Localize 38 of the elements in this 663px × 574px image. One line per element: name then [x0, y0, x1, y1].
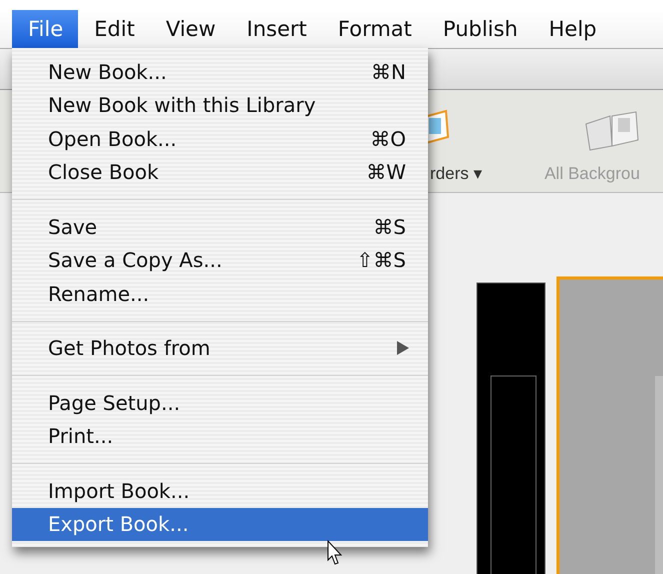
menu-item-label: Save	[48, 214, 98, 239]
shortcut-label: ⌘O	[370, 126, 406, 151]
menu-bar-item[interactable]: Format	[322, 10, 427, 48]
cursor-icon	[327, 540, 343, 566]
menu-item-label: Open Book...	[48, 126, 177, 151]
menu-bar-item[interactable]: File	[12, 10, 78, 48]
shortcut-label: ⌘S	[373, 214, 406, 239]
menu-bar-item[interactable]: Insert	[230, 10, 322, 48]
menu-item[interactable]: Save ⌘S	[12, 210, 428, 244]
shortcut-label: ⇧⌘S	[356, 248, 406, 272]
menu-item[interactable]: Save a Copy As... ⇧⌘S	[12, 244, 428, 277]
menu-item[interactable]: Export Book...	[12, 508, 428, 541]
menu-bar-item[interactable]: Help	[532, 10, 612, 48]
menu-item-label: Export Book...	[48, 512, 189, 536]
menu-item-label: Import Book...	[48, 478, 190, 503]
menu-item[interactable]: Page Setup...	[12, 386, 428, 420]
menu-bar-item[interactable]: View	[150, 10, 231, 48]
menu-item[interactable]: Get Photos from	[12, 332, 428, 365]
menu-item[interactable]: Import Book...	[12, 474, 428, 508]
menu-item-label: New Book...	[48, 60, 167, 84]
menu-bar-item[interactable]: Publish	[426, 10, 533, 48]
menu-item-label: Close Book	[48, 160, 159, 184]
toolbar-button-label[interactable]: rders ▾	[430, 163, 482, 184]
menu-item[interactable]: Rename...	[12, 277, 428, 310]
menu-item-label: Get Photos from	[48, 336, 210, 360]
menu-item[interactable]: Close Book ⌘W	[12, 156, 428, 189]
menu-item-label: New Book with this Library	[48, 93, 316, 118]
shortcut-label: ⌘N	[371, 60, 406, 84]
menu-bar-item[interactable]: Edit	[78, 10, 150, 48]
menu-item-label: Save a Copy As...	[48, 248, 222, 272]
menu-item-label: Page Setup...	[48, 390, 180, 415]
menu-item-label: Print...	[48, 424, 114, 448]
open-book-icon[interactable]	[584, 110, 640, 152]
menu-item[interactable]: Print...	[12, 420, 428, 453]
menu-item-label: Rename...	[48, 282, 150, 306]
menu-item[interactable]: Open Book... ⌘O	[12, 122, 428, 156]
menu-item[interactable]: New Book with this Library	[12, 88, 428, 122]
shortcut-label: ⌘W	[366, 160, 406, 184]
